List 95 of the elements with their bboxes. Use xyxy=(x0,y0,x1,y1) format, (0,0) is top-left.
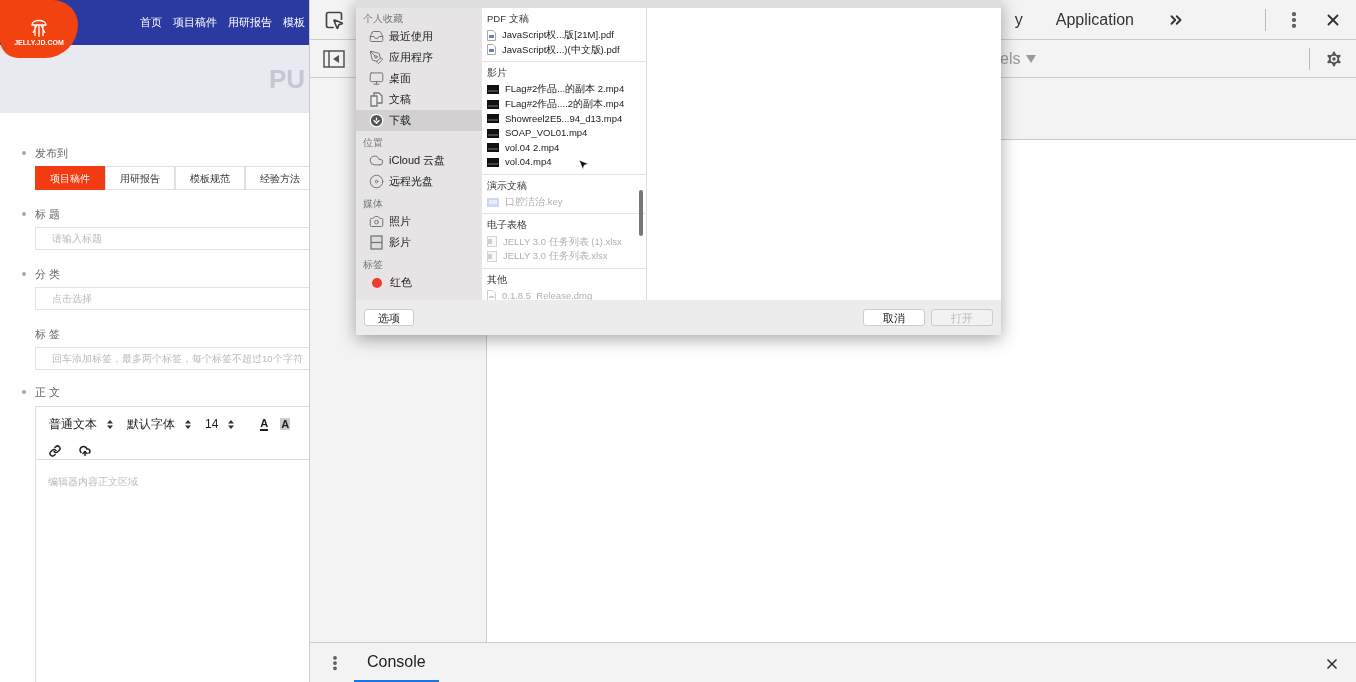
file-row[interactable]: Showreel2E5...94_d13.mp4 xyxy=(482,111,646,126)
field-label: 分 类 xyxy=(35,266,61,282)
sidebar-item[interactable]: 下载 xyxy=(356,110,482,131)
sidebar-label: 远程光盘 xyxy=(389,174,433,190)
link-button[interactable] xyxy=(49,445,61,457)
file-row[interactable]: JavaScript权...)(中文版).pdf xyxy=(482,42,646,58)
panel-tab[interactable]: Application xyxy=(1055,7,1134,32)
video-file-icon xyxy=(487,114,499,124)
sidebar-label: iCloud 云盘 xyxy=(389,153,446,169)
group-heading: 其他 xyxy=(486,272,508,287)
format-select[interactable]: 默认字体 xyxy=(127,415,191,433)
sidebar-item[interactable]: 最近使用 xyxy=(356,26,482,47)
file-row[interactable]: SOAP_VOL01.mp4 xyxy=(482,125,646,141)
mouse-pointer-icon xyxy=(577,158,590,171)
field-label: 正 文 xyxy=(35,384,61,400)
video-file-icon xyxy=(487,143,499,153)
film-icon xyxy=(369,235,384,250)
camera-icon xyxy=(369,214,384,229)
sidebar-label: 影片 xyxy=(389,235,411,251)
format-select[interactable]: 14 xyxy=(205,415,235,433)
group-heading: 演示文稿 xyxy=(486,178,528,193)
inspect-icon[interactable] xyxy=(324,9,344,30)
file-row[interactable]: JavaScript权...版[21M].pdf xyxy=(482,28,646,43)
settings-icon[interactable] xyxy=(1324,48,1344,69)
tray-icon xyxy=(369,29,384,44)
video-file-icon xyxy=(487,99,499,109)
text-field[interactable]: 请输入标题 xyxy=(35,227,309,250)
presentation-file-icon xyxy=(487,197,499,207)
group-heading: 电子表格 xyxy=(486,218,528,233)
field-label: 标 签 xyxy=(35,326,61,342)
pen-icon xyxy=(369,50,384,65)
scrollbar-thumb[interactable] xyxy=(639,190,643,236)
file-row[interactable]: vol.04.mp4 xyxy=(482,155,646,170)
sidebar-item[interactable]: 文稿 xyxy=(356,89,482,110)
up-down-icon xyxy=(107,419,113,429)
nav-link[interactable]: 项目稿件 xyxy=(173,14,217,31)
sidebar-label: 照片 xyxy=(389,214,411,230)
video-file-icon xyxy=(487,157,499,167)
sidebar-label: 最近使用 xyxy=(389,29,433,45)
field-label: 发布到 xyxy=(35,145,68,161)
file-icon xyxy=(487,290,496,300)
spreadsheet-file-icon xyxy=(487,236,497,248)
sidebar-label: 下载 xyxy=(389,113,411,129)
sidebar-label: 应用程序 xyxy=(389,50,433,66)
field-label: 标 题 xyxy=(35,206,61,222)
spreadsheet-file-icon xyxy=(487,250,497,262)
group-heading: PDF 文稿 xyxy=(486,12,530,26)
caret-icon[interactable] xyxy=(1026,54,1037,63)
category-tab[interactable]: 用研报告 xyxy=(105,166,175,190)
up-down-icon xyxy=(228,419,235,429)
video-file-icon xyxy=(487,85,499,94)
video-file-icon xyxy=(487,128,499,138)
sidebar-item[interactable]: 远程光盘 xyxy=(356,171,482,192)
sidebar-heading: 标签 xyxy=(362,258,384,272)
monitor-icon xyxy=(369,71,384,86)
up-down-icon xyxy=(185,419,191,429)
sidebar-label: 桌面 xyxy=(389,71,411,87)
disc-icon xyxy=(369,174,384,189)
nav-link[interactable]: 模板 xyxy=(283,14,305,31)
format-select[interactable]: 普通文本 xyxy=(49,415,113,433)
filter-text: els xyxy=(1000,48,1021,69)
documents-icon xyxy=(369,92,384,107)
sidebar-label: 文稿 xyxy=(389,92,411,108)
category-tab[interactable]: 模板规范 xyxy=(175,166,245,190)
sidebar-item[interactable]: iCloud 云盘 xyxy=(356,150,482,171)
pdf-file-icon xyxy=(487,29,496,41)
group-heading: 影片 xyxy=(486,66,508,81)
nav-link[interactable]: 首页 xyxy=(140,14,162,31)
sidebar-heading: 个人收藏 xyxy=(362,12,404,26)
category-tab[interactable]: 经验方法 xyxy=(245,166,309,190)
sidebar-label: 红色 xyxy=(390,275,412,291)
upload-button[interactable] xyxy=(79,445,91,457)
sidebar-item[interactable]: 影片 xyxy=(356,232,482,253)
dialog-button[interactable]: 选项 xyxy=(364,309,414,326)
sidebar-heading: 媒体 xyxy=(362,197,384,211)
category-tab[interactable]: 项目稿件 xyxy=(35,166,105,190)
sidebar-item[interactable]: 应用程序 xyxy=(356,47,482,68)
text-color-button[interactable]: A xyxy=(260,417,269,431)
sidebar-item[interactable]: 桌面 xyxy=(356,68,482,89)
sidebar-item[interactable]: 照片 xyxy=(356,211,482,232)
highlight-button[interactable]: A xyxy=(280,418,291,430)
drawer-tab[interactable]: Console xyxy=(354,644,439,682)
file-row[interactable]: FLag#2作品....2的副本.mp4 xyxy=(482,96,646,112)
sidebar-heading: 位置 xyxy=(362,136,384,150)
file-row[interactable]: vol.04 2.mp4 xyxy=(482,140,646,156)
sidebar-item[interactable]: 红色 xyxy=(356,272,482,293)
dialog-button[interactable]: 取消 xyxy=(863,309,925,326)
download-icon xyxy=(369,113,384,128)
file-row[interactable]: FLag#2作品...的副本 2.mp4 xyxy=(482,82,646,97)
cloud-icon xyxy=(369,153,384,168)
nav-link[interactable]: 用研报告 xyxy=(228,14,272,31)
pdf-file-icon xyxy=(487,44,496,56)
close-icon[interactable] xyxy=(1324,656,1340,672)
panel-tab[interactable]: y xyxy=(1014,7,1023,32)
panel-toggle-icon[interactable] xyxy=(323,49,345,68)
